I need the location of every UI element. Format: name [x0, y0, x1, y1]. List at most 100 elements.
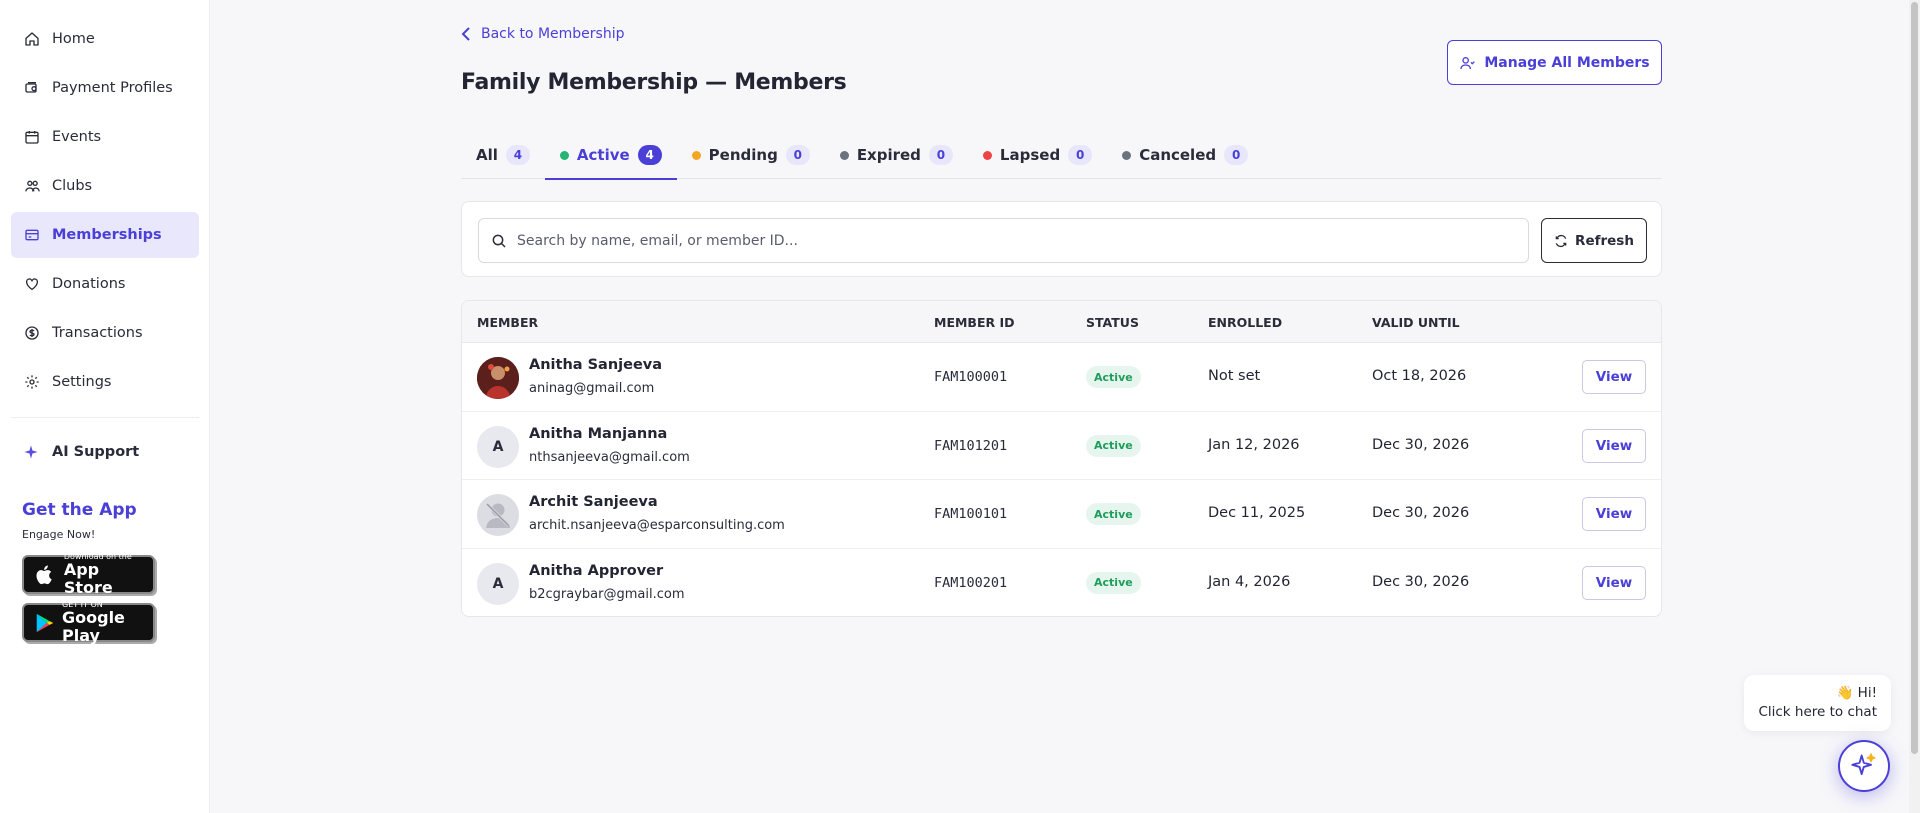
- sidebar-item-payment-profiles[interactable]: Payment Profiles: [11, 65, 199, 111]
- member-id: FAM100201: [934, 574, 1008, 591]
- column-header-valid-until: VALID UNTIL: [1372, 315, 1460, 330]
- view-button[interactable]: View: [1582, 360, 1646, 394]
- sidebar-divider: [11, 417, 199, 418]
- member-name: Anitha Manjanna: [529, 425, 668, 442]
- sidebar-item-label: Donations: [52, 276, 126, 292]
- search-box[interactable]: [478, 218, 1529, 263]
- view-button[interactable]: View: [1582, 565, 1646, 600]
- refresh-icon: [1555, 234, 1567, 247]
- member-id: FAM100101: [934, 506, 1008, 522]
- sidebar-item-ai-support[interactable]: AI Support: [11, 429, 199, 475]
- sidebar-item-donations[interactable]: Donations: [11, 261, 199, 307]
- tab-all[interactable]: All 4: [461, 131, 545, 179]
- avatar: A: [477, 562, 519, 605]
- heart-icon: [23, 275, 41, 293]
- sidebar-nav: Home Payment Profiles Events Clubs Membe…: [11, 16, 199, 408]
- status-badge: Active: [1086, 366, 1141, 388]
- chat-launcher-button[interactable]: [1838, 740, 1890, 792]
- sparkle-icon: [1851, 753, 1876, 776]
- sidebar-item-label: Clubs: [52, 178, 93, 194]
- google-play-button[interactable]: GET IT ON Google Play: [22, 600, 155, 645]
- status-badge: Active: [1086, 571, 1141, 594]
- tab-count-badge: 4: [637, 145, 662, 165]
- refresh-label: Refresh: [1575, 232, 1634, 249]
- refresh-button[interactable]: Refresh: [1541, 218, 1647, 263]
- member-id: FAM100001: [934, 369, 1008, 385]
- home-icon: [23, 30, 41, 48]
- tab-count-badge: 0: [1224, 145, 1249, 165]
- user-manage-icon: [1460, 56, 1476, 69]
- view-button[interactable]: View: [1582, 497, 1646, 531]
- enrolled-date: Jan 12, 2026: [1208, 436, 1300, 453]
- get-app-heading: Get the App: [22, 500, 137, 520]
- tab-expired[interactable]: Expired 0: [825, 131, 968, 179]
- sidebar-item-settings[interactable]: Settings: [11, 359, 199, 405]
- page-scrollbar[interactable]: [1909, 0, 1920, 813]
- user-placeholder-icon: [485, 502, 511, 528]
- google-play-big-text: Google Play: [62, 608, 125, 645]
- google-play-icon: [34, 611, 56, 635]
- chat-greeting-bubble[interactable]: 👋 Hi! Click here to chat: [1744, 675, 1891, 731]
- avatar: [477, 357, 519, 399]
- sidebar-item-label: Settings: [52, 374, 112, 390]
- tab-pending[interactable]: Pending 0: [677, 131, 825, 179]
- enrolled-date: Not set: [1208, 368, 1261, 384]
- table-row: Archit Sanjeeva archit.nsanjeeva@esparco…: [462, 480, 1661, 549]
- sidebar-item-label: Payment Profiles: [52, 80, 173, 96]
- table-row: A Anitha Manjanna nthsanjeeva@gmail.com …: [462, 412, 1661, 480]
- view-button[interactable]: View: [1582, 428, 1646, 463]
- profile-photo-icon: [477, 357, 519, 399]
- column-header-status: STATUS: [1086, 315, 1139, 330]
- tab-count-badge: 0: [928, 145, 953, 165]
- column-header-enrolled: ENROLLED: [1208, 315, 1283, 330]
- scrollbar-thumb[interactable]: [1911, 2, 1918, 754]
- tab-count-badge: 4: [505, 145, 530, 165]
- member-id: FAM101201: [934, 437, 1008, 454]
- avatar: [477, 494, 519, 536]
- status-badge: Active: [1086, 434, 1141, 457]
- tab-canceled[interactable]: Canceled 0: [1107, 131, 1263, 179]
- status-dot-icon: [559, 150, 569, 160]
- enrolled-date: Jan 4, 2026: [1208, 573, 1291, 590]
- manage-all-members-button[interactable]: Manage All Members: [1447, 40, 1662, 85]
- back-to-membership-link[interactable]: Back to Membership: [461, 26, 624, 42]
- status-dot-icon: [691, 150, 701, 160]
- column-header-member-id: MEMBER ID: [934, 315, 1015, 330]
- app-store-button[interactable]: Download on the App Store: [22, 552, 155, 597]
- sidebar: Home Payment Profiles Events Clubs Membe…: [0, 0, 210, 813]
- tab-active[interactable]: Active 4: [544, 131, 677, 180]
- gear-icon: [23, 373, 41, 391]
- sidebar-item-clubs[interactable]: Clubs: [11, 163, 199, 209]
- sparkle-icon: [23, 444, 41, 460]
- search-icon: [492, 234, 506, 248]
- sidebar-item-home[interactable]: Home: [11, 16, 199, 62]
- manage-all-members-label: Manage All Members: [1484, 54, 1650, 71]
- membership-card-icon: [23, 226, 41, 244]
- column-header-member: MEMBER: [477, 315, 539, 330]
- tab-label: Lapsed: [999, 146, 1061, 164]
- sidebar-item-transactions[interactable]: Transactions: [11, 310, 199, 356]
- sidebar-item-events[interactable]: Events: [11, 114, 199, 160]
- valid-until-date: Oct 18, 2026: [1372, 368, 1467, 384]
- valid-until-date: Dec 30, 2026: [1372, 505, 1470, 521]
- tab-count-badge: 0: [785, 145, 810, 165]
- page-title: Family Membership — Members: [461, 70, 847, 95]
- members-table: MEMBER MEMBER ID STATUS ENROLLED VALID U…: [461, 300, 1662, 617]
- tab-label: Expired: [856, 146, 921, 164]
- calendar-icon: [23, 128, 41, 146]
- tab-count-badge: 0: [1068, 145, 1093, 165]
- status-dot-icon: [839, 150, 849, 160]
- app-store-big-text: App Store: [63, 560, 113, 597]
- table-header: MEMBER MEMBER ID STATUS ENROLLED VALID U…: [462, 301, 1661, 343]
- valid-until-date: Dec 30, 2026: [1372, 573, 1470, 590]
- tab-label: Active: [576, 146, 630, 164]
- tab-label: Canceled: [1139, 146, 1217, 164]
- search-input[interactable]: [517, 232, 1417, 249]
- status-dot-icon: [982, 150, 992, 160]
- engage-text: Engage Now!: [22, 528, 96, 541]
- tab-lapsed[interactable]: Lapsed 0: [968, 131, 1107, 179]
- sidebar-item-label: Events: [52, 129, 102, 145]
- sidebar-item-label: Transactions: [52, 325, 143, 341]
- sidebar-item-memberships[interactable]: Memberships: [11, 212, 199, 258]
- avatar: A: [477, 425, 519, 468]
